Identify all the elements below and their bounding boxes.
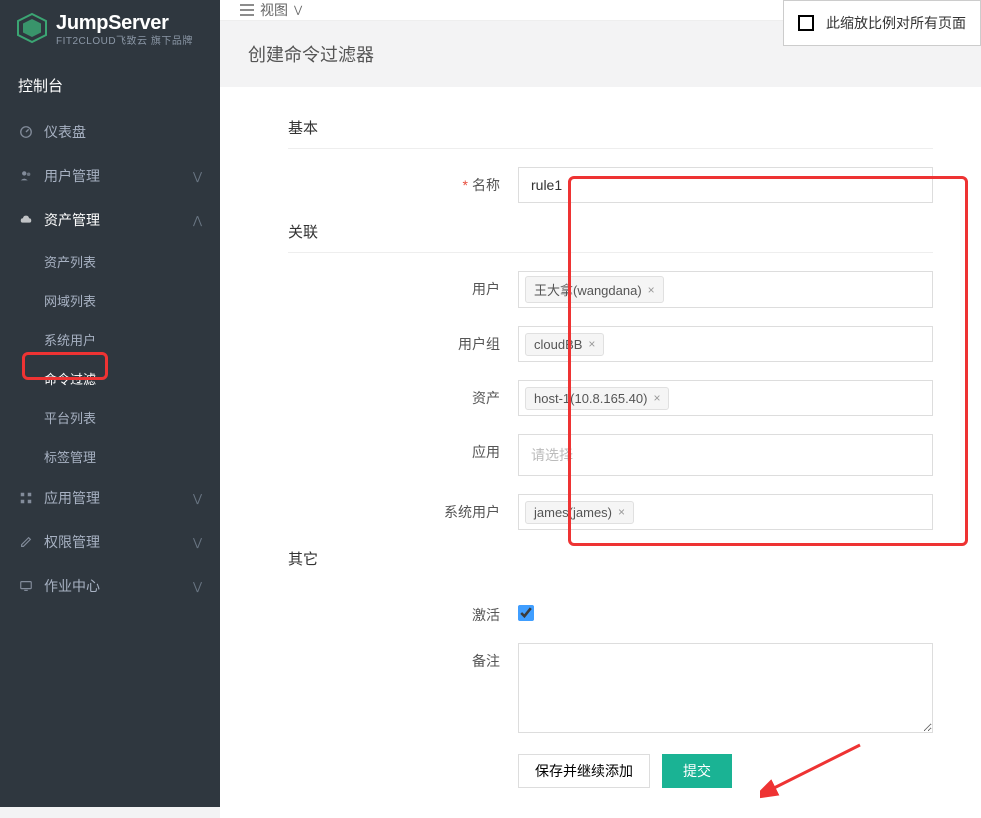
submit-button[interactable]: 提交 — [662, 754, 732, 788]
sidebar-item-dashboard[interactable]: 仪表盘 — [0, 110, 220, 154]
app-placeholder: 请选择 — [525, 439, 579, 471]
brand-subtitle: FIT2CLOUD飞致云 旗下品牌 — [56, 36, 193, 47]
tag-remove-icon[interactable]: × — [648, 283, 655, 297]
sidebar-item-assets[interactable]: 资产管理 ⋀ — [0, 198, 220, 242]
sidebar-item-label: 作业中心 — [44, 576, 100, 596]
label-sysuser: 系统用户 — [288, 494, 518, 522]
brand-logo-icon — [16, 12, 48, 44]
sysuser-select[interactable]: james(james)× — [518, 494, 933, 530]
grid-icon — [18, 490, 34, 506]
sidebar-item-apps[interactable]: 应用管理 ⋁ — [0, 476, 220, 520]
main-menu: 仪表盘 用户管理 ⋁ 资产管理 ⋀ 资产列表 网域列表 系统用户 命令过 — [0, 110, 220, 608]
submenu-tag-mgmt[interactable]: 标签管理 — [0, 437, 220, 476]
label-app: 应用 — [288, 434, 518, 462]
app-select[interactable]: 请选择 — [518, 434, 933, 476]
chevron-down-icon: ⋁ — [193, 580, 202, 593]
sidebar-item-label: 仪表盘 — [44, 122, 86, 142]
brand: JumpServer FIT2CLOUD飞致云 旗下品牌 — [0, 0, 220, 57]
asset-submenu: 资产列表 网域列表 系统用户 命令过滤 平台列表 标签管理 — [0, 242, 220, 476]
row-user: 用户 王大拿(wangdana)× — [288, 271, 933, 308]
sidebar-item-users[interactable]: 用户管理 ⋁ — [0, 154, 220, 198]
sidebar-item-label: 用户管理 — [44, 166, 100, 186]
tag-remove-icon[interactable]: × — [653, 391, 660, 405]
submenu-asset-list[interactable]: 资产列表 — [0, 242, 220, 281]
sidebar-item-label: 权限管理 — [44, 532, 100, 552]
sidebar-item-label: 资产管理 — [44, 210, 100, 230]
row-sysuser: 系统用户 james(james)× — [288, 494, 933, 530]
view-toggle[interactable]: 视图 ⋁ — [240, 0, 302, 20]
chevron-down-icon: ⋁ — [294, 5, 302, 16]
chevron-up-icon: ⋀ — [193, 214, 202, 227]
dashboard-icon — [18, 124, 34, 140]
main-area: 视图 ⋁ 创建命令过滤器 基本 *名称 关联 用户 王大拿(wangdana)× — [220, 0, 981, 807]
submenu-system-user[interactable]: 系统用户 — [0, 320, 220, 359]
zoom-notice-text: 此缩放比例对所有页面 — [826, 13, 966, 33]
row-app: 应用 请选择 — [288, 434, 933, 476]
usergroup-tag: cloudBB× — [525, 333, 604, 356]
sidebar-item-label: 应用管理 — [44, 488, 100, 508]
button-row: 保存并继续添加 提交 — [518, 754, 933, 788]
user-select[interactable]: 王大拿(wangdana)× — [518, 271, 933, 308]
console-label: 控制台 — [0, 57, 220, 110]
row-active: 激活 — [288, 597, 933, 625]
user-tag: 王大拿(wangdana)× — [525, 276, 664, 303]
row-usergroup: 用户组 cloudBB× — [288, 326, 933, 362]
row-remark: 备注 — [288, 643, 933, 736]
submenu-domain-list[interactable]: 网域列表 — [0, 281, 220, 320]
square-icon — [798, 15, 814, 31]
active-checkbox[interactable] — [518, 605, 534, 621]
edit-icon — [18, 534, 34, 550]
name-input[interactable] — [518, 167, 933, 203]
tag-remove-icon[interactable]: × — [588, 337, 595, 351]
remark-textarea[interactable] — [518, 643, 933, 733]
menu-icon — [240, 4, 254, 16]
row-asset: 资产 host-1(10.8.165.40)× — [288, 380, 933, 416]
sidebar-item-jobs[interactable]: 作业中心 ⋁ — [0, 564, 220, 608]
submenu-platform-list[interactable]: 平台列表 — [0, 398, 220, 437]
section-relation: 关联 — [288, 221, 933, 253]
label-asset: 资产 — [288, 380, 518, 408]
zoom-notice: 此缩放比例对所有页面 — [783, 0, 981, 46]
tag-remove-icon[interactable]: × — [618, 505, 625, 519]
row-name: *名称 — [288, 167, 933, 203]
label-user: 用户 — [288, 271, 518, 299]
section-other: 其它 — [288, 548, 933, 579]
submenu-command-filter[interactable]: 命令过滤 — [0, 359, 220, 398]
label-usergroup: 用户组 — [288, 326, 518, 354]
brand-title: JumpServer — [56, 12, 193, 34]
chevron-down-icon: ⋁ — [193, 492, 202, 505]
users-icon — [18, 168, 34, 184]
section-basic: 基本 — [288, 117, 933, 149]
label-active: 激活 — [288, 597, 518, 625]
monitor-icon — [18, 578, 34, 594]
label-name: *名称 — [288, 167, 518, 195]
save-continue-button[interactable]: 保存并继续添加 — [518, 754, 650, 788]
asset-tag: host-1(10.8.165.40)× — [525, 387, 669, 410]
sidebar: JumpServer FIT2CLOUD飞致云 旗下品牌 控制台 仪表盘 用户管… — [0, 0, 220, 807]
usergroup-select[interactable]: cloudBB× — [518, 326, 933, 362]
view-label: 视图 — [260, 0, 288, 20]
sysuser-tag: james(james)× — [525, 501, 634, 524]
cloud-icon — [18, 212, 34, 228]
sidebar-item-perms[interactable]: 权限管理 ⋁ — [0, 520, 220, 564]
chevron-down-icon: ⋁ — [193, 170, 202, 183]
asset-select[interactable]: host-1(10.8.165.40)× — [518, 380, 933, 416]
label-remark: 备注 — [288, 643, 518, 671]
chevron-down-icon: ⋁ — [193, 536, 202, 549]
form-card: 基本 *名称 关联 用户 王大拿(wangdana)× 用户组 — [220, 87, 981, 818]
